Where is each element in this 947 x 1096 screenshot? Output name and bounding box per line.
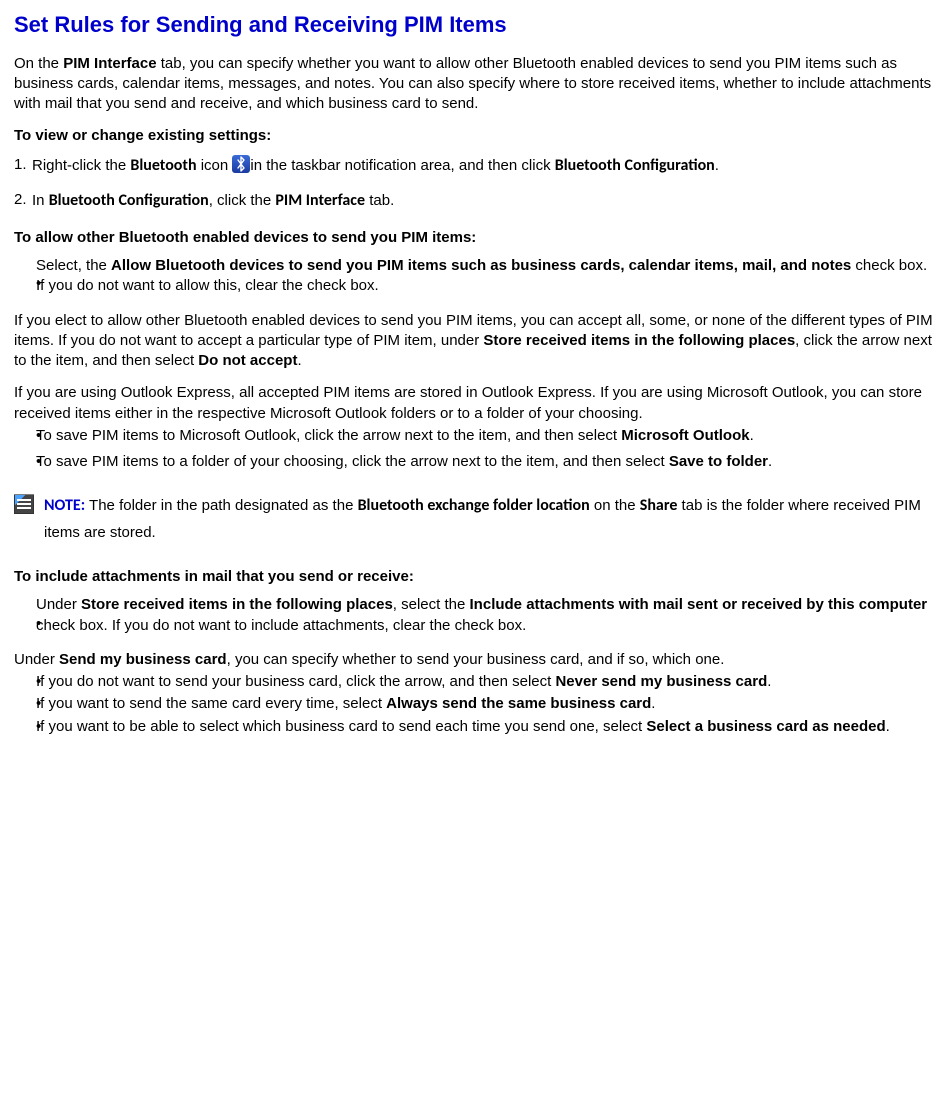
bullet-body: If you want to be able to select which b… bbox=[36, 717, 933, 739]
bullet-body: If you do not want to send your business… bbox=[36, 672, 933, 694]
term-never-send: Never send my business card bbox=[555, 673, 767, 690]
text: . bbox=[768, 453, 772, 470]
text: . bbox=[297, 352, 301, 369]
text: Under bbox=[36, 596, 81, 613]
term-store-received: Store received items in the following pl… bbox=[81, 596, 393, 613]
text: check box. If you do not want to include… bbox=[36, 617, 526, 634]
text: . bbox=[767, 673, 771, 690]
bullet-save-folder: • To save PIM items to a folder of your … bbox=[14, 452, 933, 474]
term-include-attachments: Include attachments with mail sent or re… bbox=[470, 596, 928, 613]
bullet-attachments: • Under Store received items in the foll… bbox=[14, 595, 933, 636]
bullet-body: Select, the Allow Bluetooth devices to s… bbox=[36, 256, 933, 297]
intro-paragraph: On the PIM Interface tab, you can specif… bbox=[14, 54, 933, 115]
text: The folder in the path designated as the bbox=[85, 497, 357, 514]
paragraph-elect: If you elect to allow other Bluetooth en… bbox=[14, 311, 933, 372]
text: in the taskbar notification area, and th… bbox=[250, 157, 554, 174]
term-microsoft-outlook: Microsoft Outlook bbox=[621, 427, 749, 444]
text: . bbox=[750, 427, 754, 444]
text: , select the bbox=[393, 596, 470, 613]
text: on the bbox=[590, 497, 640, 514]
text: tab. bbox=[365, 192, 394, 209]
bullet-card-select: • If you want to be able to select which… bbox=[14, 717, 933, 739]
term-do-not-accept: Do not accept bbox=[198, 352, 297, 369]
text: . bbox=[715, 157, 719, 174]
heading-allow-send: To allow other Bluetooth enabled devices… bbox=[14, 228, 933, 248]
term-bluetooth-configuration: Bluetooth Configuration bbox=[49, 191, 209, 210]
text: Right-click the bbox=[32, 157, 130, 174]
bullet-body: To save PIM items to a folder of your ch… bbox=[36, 452, 933, 474]
paragraph-outlook: If you are using Outlook Express, all ac… bbox=[14, 383, 933, 424]
term-select-as-needed: Select a business card as needed bbox=[646, 718, 885, 735]
term-pim-interface: PIM Interface bbox=[63, 55, 156, 72]
bullet-save-outlook: • To save PIM items to Microsoft Outlook… bbox=[14, 426, 933, 448]
bullet-body: Under Store received items in the follow… bbox=[36, 595, 933, 636]
term-allow-checkbox: Allow Bluetooth devices to send you PIM … bbox=[111, 257, 851, 274]
bullet-card-always: • If you want to send the same card ever… bbox=[14, 694, 933, 716]
step-2: 2. In Bluetooth Configuration, click the… bbox=[14, 190, 933, 212]
text: If you do not want to send your business… bbox=[36, 673, 555, 690]
term-bluetooth-configuration: Bluetooth Configuration bbox=[555, 156, 715, 175]
bluetooth-icon bbox=[232, 155, 250, 173]
bullet-card-never: • If you do not want to send your busine… bbox=[14, 672, 933, 694]
note-body: NOTE: The folder in the path designated … bbox=[44, 492, 933, 545]
text: Under bbox=[14, 651, 59, 668]
bullet-body: To save PIM items to Microsoft Outlook, … bbox=[36, 426, 933, 448]
term-exchange-folder: Bluetooth exchange folder location bbox=[358, 496, 590, 515]
note-icon bbox=[14, 494, 34, 514]
term-always-send: Always send the same business card bbox=[386, 695, 651, 712]
text: To save PIM items to a folder of your ch… bbox=[36, 453, 669, 470]
text: If you want to be able to select which b… bbox=[36, 718, 646, 735]
step-number: 1. bbox=[14, 155, 32, 177]
term-send-my-card: Send my business card bbox=[59, 651, 227, 668]
text: On the bbox=[14, 55, 63, 72]
step-number: 2. bbox=[14, 190, 32, 212]
text: . bbox=[886, 718, 890, 735]
bullet-body: If you want to send the same card every … bbox=[36, 694, 933, 716]
text: To save PIM items to Microsoft Outlook, … bbox=[36, 427, 621, 444]
text: . bbox=[651, 695, 655, 712]
text: , you can specify whether to send your b… bbox=[227, 651, 725, 668]
text: icon bbox=[197, 157, 233, 174]
heading-view-change: To view or change existing settings: bbox=[14, 126, 933, 146]
step-body: Right-click the Bluetooth icon in the ta… bbox=[32, 155, 933, 177]
ordered-steps: 1. Right-click the Bluetooth icon in the… bbox=[14, 155, 933, 212]
note-block: NOTE: The folder in the path designated … bbox=[14, 492, 933, 545]
term-pim-interface: PIM Interface bbox=[275, 191, 365, 210]
note-label: NOTE: bbox=[44, 496, 85, 515]
paragraph-send-card: Under Send my business card, you can spe… bbox=[14, 650, 933, 670]
text: If you want to send the same card every … bbox=[36, 695, 386, 712]
heading-attachments: To include attachments in mail that you … bbox=[14, 567, 933, 587]
text: In bbox=[32, 192, 49, 209]
term-save-to-folder: Save to folder bbox=[669, 453, 768, 470]
bullet-allow: • Select, the Allow Bluetooth devices to… bbox=[14, 256, 933, 297]
term-share: Share bbox=[640, 496, 678, 515]
step-1: 1. Right-click the Bluetooth icon in the… bbox=[14, 155, 933, 177]
text: , click the bbox=[209, 192, 276, 209]
text: Select, the bbox=[36, 257, 111, 274]
page-title: Set Rules for Sending and Receiving PIM … bbox=[14, 10, 933, 40]
term-bluetooth: Bluetooth bbox=[130, 156, 196, 175]
term-store-received: Store received items in the following pl… bbox=[483, 332, 795, 349]
step-body: In Bluetooth Configuration, click the PI… bbox=[32, 190, 933, 212]
